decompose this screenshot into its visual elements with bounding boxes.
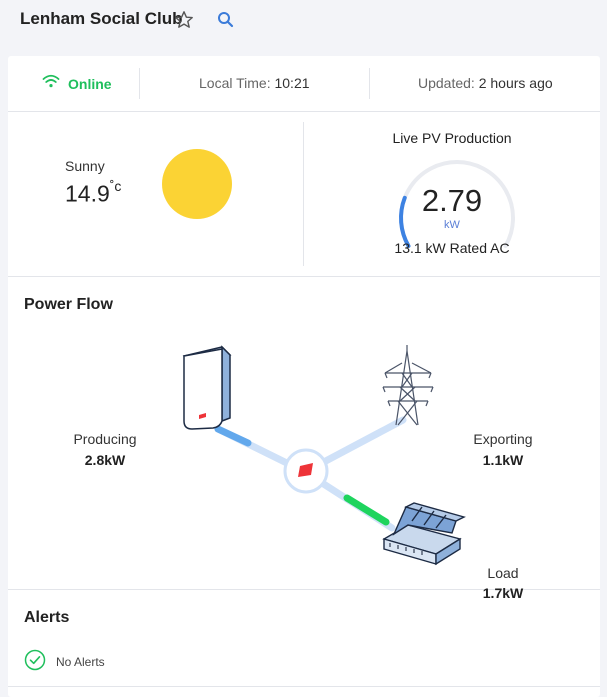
- online-status: Online: [42, 74, 112, 93]
- pv-rated: 13.1 kW Rated AC: [394, 240, 510, 256]
- load-flow: [343, 494, 390, 526]
- producing-label: Producing: [73, 431, 137, 447]
- site-name: Lenham Social Club: [20, 9, 183, 28]
- wifi-icon: [42, 74, 60, 93]
- load-label: Load: [487, 565, 519, 581]
- temperature-unit: ˚c: [109, 178, 122, 194]
- online-label: Online: [68, 75, 112, 92]
- alerts-title: Alerts: [24, 609, 70, 626]
- local-time: Local Time: 10:21: [199, 75, 310, 91]
- pv-value: 2.79: [421, 183, 483, 218]
- last-updated: Updated: 2 hours ago: [418, 75, 553, 91]
- producing-flow: [214, 425, 252, 447]
- weather-pv-row: Sunny 14.9˚c Live PV Production 2.79 kW …: [8, 112, 600, 277]
- updated-label: Updated:: [418, 75, 475, 91]
- factory-icon: [382, 502, 466, 566]
- star-outline-icon[interactable]: [174, 10, 194, 30]
- updated-value: 2 hours ago: [478, 75, 553, 91]
- site-overview-card: Online Local Time: 10:21 Updated: 2 hour…: [8, 56, 600, 697]
- inverter-icon: [182, 345, 232, 430]
- pv-unit: kW: [444, 219, 460, 231]
- pv-title: Live PV Production: [392, 130, 512, 146]
- status-bar: Online Local Time: 10:21 Updated: 2 hour…: [8, 56, 600, 112]
- local-time-label: Local Time:: [199, 75, 271, 91]
- divider: [369, 68, 370, 99]
- temperature-value: 14.9: [65, 180, 110, 207]
- producing-value: 2.8kW: [84, 452, 126, 468]
- no-alerts-status: No Alerts: [24, 649, 105, 674]
- weather-temperature: 14.9˚c: [65, 178, 122, 208]
- pylon-icon: [382, 345, 434, 426]
- check-circle-icon: [24, 649, 46, 674]
- top-bar: Lenham Social Club: [0, 0, 607, 44]
- no-alerts-text: No Alerts: [56, 654, 105, 669]
- sun-icon: [162, 149, 232, 219]
- exporting-label: Exporting: [473, 431, 533, 447]
- weather-condition: Sunny: [65, 158, 105, 174]
- local-time-value: 10:21: [274, 75, 310, 91]
- power-flow-section: Power Flow Producing 2.8kW Exporting 1.1…: [8, 277, 600, 601]
- exporting-value: 1.1kW: [482, 452, 524, 468]
- divider: [139, 68, 140, 99]
- search-icon[interactable]: [216, 10, 236, 30]
- alerts-section: Alerts No Alerts: [8, 590, 600, 687]
